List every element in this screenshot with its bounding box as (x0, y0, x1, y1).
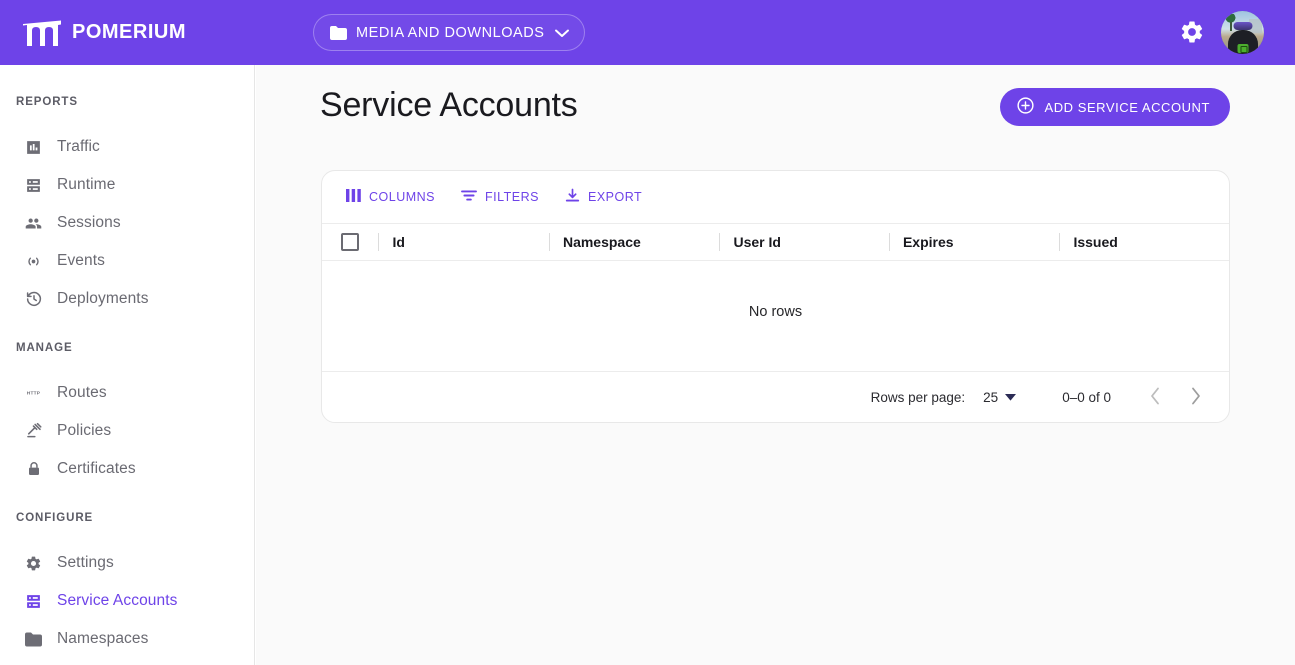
pagination-range: 0–0 of 0 (1062, 389, 1111, 405)
column-divider (378, 233, 380, 251)
sidebar-item-traffic[interactable]: Traffic (0, 128, 254, 166)
table-header-row: Id Namespace User Id Expires Issued (322, 223, 1229, 261)
column-header-expires[interactable]: Expires (888, 223, 1060, 261)
sidebar-item-label: Runtime (57, 176, 116, 193)
next-page-button[interactable] (1175, 377, 1215, 417)
add-service-account-label: ADD SERVICE ACCOUNT (1044, 99, 1210, 115)
bar-chart-icon (24, 138, 43, 157)
chevron-right-icon (1190, 387, 1201, 408)
sidebar-item-events[interactable]: Events (0, 242, 254, 280)
rows-per-page-select[interactable]: 25 (983, 388, 1017, 406)
sidebar-item-label: Events (57, 252, 105, 269)
caret-down-icon (1005, 388, 1017, 406)
rows-per-page-value: 25 (983, 389, 999, 405)
sidebar-item-label: Traffic (57, 138, 100, 155)
people-icon (24, 214, 43, 233)
settings-button[interactable] (1179, 19, 1205, 45)
history-icon (24, 290, 43, 309)
sidebar-item-label: Settings (57, 554, 114, 571)
column-header-label: Namespace (562, 234, 641, 250)
sidebar-section-configure: CONFIGURE (16, 512, 94, 524)
server-icon (24, 592, 43, 611)
rows-per-page-label: Rows per page: (870, 389, 966, 405)
column-divider (548, 233, 550, 251)
sidebar-item-label: Sessions (57, 214, 121, 231)
column-header-label: User Id (733, 234, 781, 250)
user-avatar-button[interactable] (1221, 11, 1264, 54)
namespace-label: MEDIA AND DOWNLOADS (356, 24, 545, 41)
filter-icon (461, 189, 477, 205)
sidebar-section-manage: MANAGE (16, 342, 73, 354)
sidebar-item-label: Certificates (57, 460, 136, 477)
filters-label: FILTERS (485, 190, 539, 204)
chevron-left-icon (1150, 387, 1161, 408)
server-icon (24, 176, 43, 195)
lock-icon (24, 460, 43, 479)
columns-button[interactable]: COLUMNS (338, 182, 443, 212)
sidebar-item-label: Namespaces (57, 630, 149, 647)
sidebar-item-label: Deployments (57, 290, 149, 307)
sidebar-item-namespaces[interactable]: Namespaces (0, 620, 254, 658)
sidebar-item-service-accounts[interactable]: Service Accounts (0, 582, 254, 620)
columns-icon (346, 189, 361, 205)
previous-page-button[interactable] (1135, 377, 1175, 417)
sidebar-item-routes[interactable]: HTTP Routes (0, 374, 254, 412)
column-divider (719, 233, 721, 251)
sidebar-item-sessions[interactable]: Sessions (0, 204, 254, 242)
plus-circle-icon (1016, 96, 1035, 118)
no-rows-message: No rows (748, 304, 803, 320)
namespace-selector[interactable]: MEDIA AND DOWNLOADS (313, 14, 585, 51)
columns-label: COLUMNS (369, 190, 436, 204)
broadcast-icon (24, 252, 43, 271)
pomerium-arch-logo-icon (22, 19, 62, 47)
column-header-issued[interactable]: Issued (1059, 223, 1229, 261)
table-body: No rows (322, 261, 1229, 371)
select-all-checkbox[interactable] (341, 233, 360, 251)
column-header-user-id[interactable]: User Id (719, 223, 889, 261)
page-title: Service Accounts (320, 86, 578, 124)
sidebar-item-runtime[interactable]: Runtime (0, 166, 254, 204)
gear-icon (1179, 21, 1205, 49)
sidebar-item-label: Routes (57, 384, 107, 401)
gavel-icon (24, 422, 43, 441)
column-header-label: Issued (1073, 234, 1118, 250)
download-icon (565, 188, 580, 206)
svg-text:HTTP: HTTP (27, 390, 41, 396)
main-content: Service Accounts ADD SERVICE ACCOUNT COL… (256, 65, 1295, 665)
folder-icon (24, 630, 43, 649)
table-footer: Rows per page: 25 0–0 of 0 (322, 371, 1229, 422)
avatar-status-badge (1237, 44, 1248, 53)
sidebar-item-certificates[interactable]: Certificates (0, 450, 254, 488)
sidebar-item-policies[interactable]: Policies (0, 412, 254, 450)
sidebar-item-deployments[interactable]: Deployments (0, 280, 254, 318)
sidebar-item-settings[interactable]: Settings (0, 544, 254, 582)
select-all-cell (322, 233, 378, 251)
column-header-label: Id (392, 234, 405, 250)
sidebar-item-label: Policies (57, 422, 112, 439)
export-button[interactable]: EXPORT (557, 182, 650, 212)
gear-icon (24, 554, 43, 573)
column-header-namespace[interactable]: Namespace (548, 223, 720, 261)
chevron-down-icon (554, 28, 570, 38)
filters-button[interactable]: FILTERS (453, 182, 547, 212)
sidebar-item-label: Service Accounts (57, 592, 178, 609)
column-divider (1059, 233, 1061, 251)
column-header-id[interactable]: Id (378, 223, 549, 261)
sidebar: REPORTS Traffic Runtime Sessions Events … (0, 65, 255, 665)
data-grid-toolbar: COLUMNS FILTERS EXPORT (322, 171, 1229, 223)
http-icon: HTTP (24, 384, 43, 403)
folder-icon (330, 25, 347, 40)
brand: POMERIUM (22, 19, 186, 47)
sidebar-section-reports: REPORTS (16, 96, 78, 108)
avatar-sunglasses (1233, 22, 1252, 30)
top-bar: POMERIUM MEDIA AND DOWNLOADS (0, 0, 1295, 65)
column-divider (888, 233, 890, 251)
brand-name: POMERIUM (72, 21, 186, 43)
avatar (1221, 11, 1264, 54)
service-accounts-card: COLUMNS FILTERS EXPORT Id Namespace User… (321, 170, 1230, 423)
add-service-account-button[interactable]: ADD SERVICE ACCOUNT (1000, 88, 1230, 126)
column-header-label: Expires (902, 234, 954, 250)
export-label: EXPORT (588, 190, 643, 204)
